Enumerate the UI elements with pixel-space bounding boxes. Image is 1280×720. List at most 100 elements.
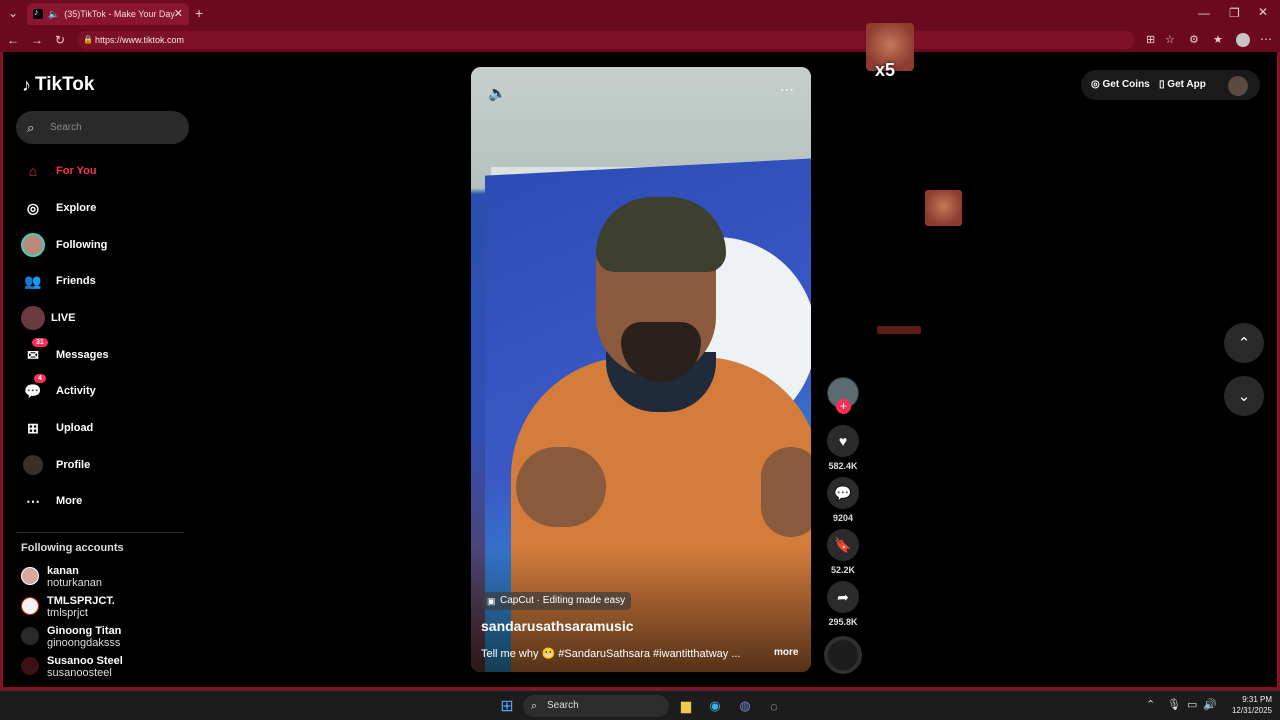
- following-account-item[interactable]: kanan noturkanan: [21, 565, 201, 591]
- nav-following[interactable]: Following: [20, 231, 185, 259]
- back-icon[interactable]: ←: [7, 33, 19, 47]
- file-explorer-icon[interactable]: ▆: [676, 696, 696, 716]
- browser-profile-avatar[interactable]: [1236, 33, 1250, 47]
- video-more-options-icon[interactable]: ⋯: [780, 81, 795, 98]
- account-handle: susanoosteel: [47, 667, 112, 679]
- tiktok-note-icon: ♪: [22, 74, 31, 95]
- avatar: [21, 657, 39, 675]
- creator-name[interactable]: sandarusathsaramusic: [481, 618, 634, 634]
- tab-title: (35)TikTok - Make Your Day: [64, 9, 175, 19]
- browser-tab[interactable]: 🔈 (35)TikTok - Make Your Day ✕: [27, 3, 189, 25]
- coin-icon: ◎: [1091, 79, 1100, 90]
- nav-explore[interactable]: ◎ Explore: [20, 194, 185, 222]
- favorite-star-icon[interactable]: ☆: [1165, 33, 1175, 46]
- get-coins-button[interactable]: ◎ Get Coins: [1091, 70, 1150, 100]
- close-tab-icon[interactable]: ✕: [174, 7, 183, 20]
- favorites-icon[interactable]: ★: [1213, 33, 1223, 46]
- search-input[interactable]: ⌕ Search: [16, 111, 189, 144]
- nav-friends[interactable]: 👥 Friends: [20, 267, 185, 295]
- capcut-label: CapCut · Editing made easy: [500, 595, 626, 606]
- reload-icon[interactable]: ↻: [55, 33, 65, 47]
- caption-more-link[interactable]: more: [774, 647, 798, 658]
- nav-more[interactable]: ⋯ More: [20, 487, 185, 515]
- account-handle: noturkanan: [47, 577, 103, 589]
- share-count: 295.8K: [828, 617, 858, 627]
- nav-messages[interactable]: ✉ 31 Messages: [20, 338, 185, 369]
- music-disc[interactable]: [824, 636, 862, 674]
- url-field[interactable]: 🔒 https://www.tiktok.com: [77, 31, 1135, 49]
- tiktok-favicon-icon: [33, 7, 43, 19]
- friends-icon: 👥: [24, 272, 42, 289]
- microphone-icon[interactable]: 🎙: [1167, 698, 1181, 711]
- next-video-button[interactable]: ⌄: [1224, 376, 1264, 416]
- video-caption: Tell me why 😬 #SandaruSathsara #iwantitt…: [481, 648, 741, 660]
- extensions-icon[interactable]: ⚙: [1189, 33, 1199, 46]
- video-person-hand: [516, 447, 606, 527]
- speaker-icon[interactable]: 🔈: [48, 9, 59, 20]
- sidebar-divider: [16, 532, 184, 533]
- nav-activity[interactable]: 💬 4 Activity: [20, 374, 185, 405]
- save-button[interactable]: 🔖: [827, 529, 859, 561]
- share-button[interactable]: ➦: [827, 581, 859, 613]
- brand-name: TikTok: [35, 74, 95, 95]
- settings-more-icon[interactable]: ⋯: [1260, 32, 1272, 46]
- taskbar-search-label: Search: [547, 700, 579, 711]
- comment-count: 9204: [832, 513, 854, 523]
- user-avatar[interactable]: [1228, 76, 1248, 96]
- volume-tray-icon[interactable]: 🔊: [1203, 698, 1217, 711]
- close-window-icon[interactable]: ✕: [1258, 5, 1268, 19]
- browser-titlebar: ⌄ 🔈 (35)TikTok - Make Your Day ✕ + — ❐ ✕: [0, 0, 1280, 28]
- follow-plus-icon[interactable]: +: [836, 399, 851, 414]
- app-available-icon[interactable]: ⊞: [1146, 33, 1155, 46]
- forward-icon[interactable]: →: [31, 33, 43, 47]
- search-icon: ⌕: [531, 700, 538, 712]
- restore-icon[interactable]: ❐: [1229, 6, 1240, 20]
- windows-taskbar: ⊞ ⌕ Search ▆ ◉ ◍ ◌ ⌃ 🎙 ▭ 🔊 9:31 PM 12/31…: [0, 690, 1280, 720]
- nav-label: Explore: [56, 202, 97, 214]
- following-account-item[interactable]: Ginoong Titan ginoongdaksss: [21, 625, 201, 651]
- clock-time: 9:31 PM: [1242, 695, 1272, 704]
- get-app-button[interactable]: ▯ Get App: [1159, 70, 1206, 100]
- video-player[interactable]: 🔈 ⋯ ▣ CapCut · Editing made easy sandaru…: [471, 67, 811, 672]
- network-icon[interactable]: ▭: [1187, 698, 1197, 711]
- clock-date: 12/31/2025: [1231, 706, 1272, 715]
- comment-button[interactable]: 💬: [827, 477, 859, 509]
- messages-badge: 31: [32, 338, 48, 347]
- chevron-up-icon: ⌃: [1237, 335, 1251, 352]
- new-tab-icon[interactable]: +: [195, 5, 203, 21]
- previous-video-button[interactable]: ⌃: [1224, 323, 1264, 363]
- home-icon: ⌂: [28, 163, 38, 179]
- search-icon: ⌕: [27, 120, 35, 135]
- discord-icon[interactable]: ◍: [735, 696, 755, 716]
- search-placeholder: Search: [50, 122, 82, 133]
- compass-icon: ◎: [26, 199, 40, 216]
- tiktok-logo[interactable]: ♪ TikTok: [22, 74, 94, 96]
- following-account-item[interactable]: Susanoo Steel susanoosteel: [21, 655, 201, 681]
- tab-list-icon[interactable]: ⌄: [8, 6, 18, 20]
- taskbar-clock[interactable]: 9:31 PM 12/31/2025: [1222, 694, 1272, 716]
- video-person-hand: [761, 447, 811, 537]
- nav-label: Messages: [56, 349, 109, 361]
- nav-for-you[interactable]: ⌂ For You: [20, 157, 185, 185]
- app-icon[interactable]: ◌: [764, 696, 784, 716]
- following-account-item[interactable]: TMLSPRJCT. tmlsprjct: [21, 595, 201, 621]
- edge-browser-icon[interactable]: ◉: [705, 696, 725, 716]
- nav-profile[interactable]: Profile: [20, 451, 185, 479]
- nav-label: More: [56, 495, 83, 507]
- nav-live[interactable]: LIVE: [20, 304, 185, 332]
- minimize-icon[interactable]: —: [1198, 6, 1210, 20]
- nav-upload[interactable]: ⊞ Upload: [20, 414, 185, 442]
- capcut-tag[interactable]: ▣ CapCut · Editing made easy: [482, 592, 632, 610]
- account-name: Susanoo Steel: [47, 655, 123, 667]
- like-button[interactable]: ♥: [827, 425, 859, 457]
- following-avatar: [20, 233, 46, 257]
- more-icon: ⋯: [26, 492, 40, 509]
- taskbar-search[interactable]: ⌕ Search: [523, 695, 669, 717]
- tray-chevron-icon[interactable]: ⌃: [1146, 698, 1155, 711]
- messages-icon: ✉ 31: [20, 338, 48, 366]
- volume-icon[interactable]: 🔈: [488, 84, 507, 102]
- nav-label: LIVE: [51, 312, 76, 324]
- gift-emoji-overlay: [925, 190, 962, 226]
- account-name: kanan: [47, 565, 79, 577]
- windows-start-icon[interactable]: ⊞: [497, 696, 517, 716]
